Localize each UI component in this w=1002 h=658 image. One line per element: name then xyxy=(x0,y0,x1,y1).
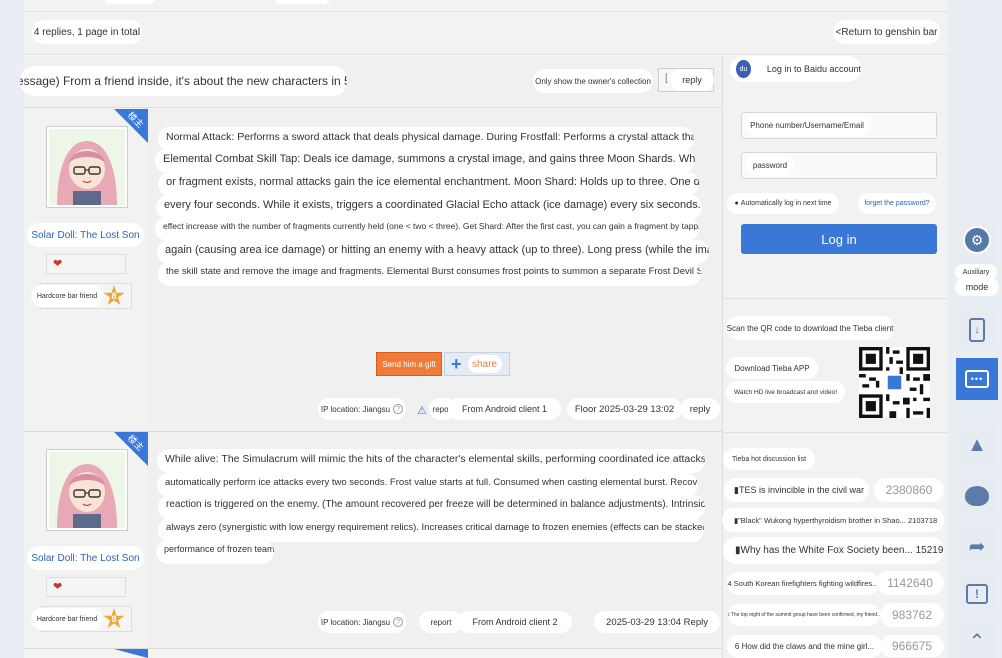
floor-time: Floor 2025-03-29 13:02 xyxy=(567,398,682,420)
bracket-glyph: [ xyxy=(665,73,668,84)
mode-label: mode xyxy=(955,278,999,296)
chat-icon: ••• xyxy=(965,370,989,388)
post-line: While alive: The Simulacrum will mimic t… xyxy=(157,449,705,473)
hot-item-count: 1142640 xyxy=(876,571,944,595)
reply-count: 4 replies, 1 page in total xyxy=(32,20,142,44)
share-button[interactable]: + share xyxy=(444,352,510,376)
share-rail-button[interactable]: ➦ xyxy=(956,526,998,566)
feedback-chat-button[interactable]: ••• xyxy=(956,358,998,400)
wizard-button[interactable]: ▲ xyxy=(956,425,998,465)
heart-icon: ❤ xyxy=(53,258,63,270)
pager-bar xyxy=(24,13,948,55)
qr-code[interactable] xyxy=(859,347,930,418)
bar-friend-label: Hardcore bar friend xyxy=(31,608,103,630)
hot-item[interactable]: 6 How did the claws and the mine girl... xyxy=(727,635,882,658)
alert-icon: ! xyxy=(966,584,988,604)
wizard-hat-icon: ▲ xyxy=(967,433,987,456)
chevron-up-icon: ⌃ xyxy=(968,630,986,653)
sidebar-divider xyxy=(722,298,948,299)
warning-icon: ⚠ xyxy=(417,405,427,417)
bear-icon xyxy=(965,486,989,506)
avatar[interactable] xyxy=(46,449,128,531)
hot-item[interactable]: ▮Why has the White Fox Society been... 1… xyxy=(723,537,944,564)
hot-item[interactable]: 5 The top eight of the summit group have… xyxy=(728,604,880,626)
badge-row: ❤ xyxy=(46,577,126,597)
client-label: From Android client 1 xyxy=(448,398,561,420)
accessibility-icon: ⚙ xyxy=(963,226,991,254)
hot-item[interactable]: 4 South Korean firefighters fighting wil… xyxy=(727,572,879,595)
sidebar-divider xyxy=(722,432,948,433)
ip-location: IP location: Jiangsu ? xyxy=(318,398,406,420)
post-line: performance of frozen teams. xyxy=(156,540,274,564)
hot-list-title: Tieba hot discussion list xyxy=(723,448,815,470)
thread-reply-button[interactable]: reply xyxy=(670,69,714,91)
post-line: again (causing area ice damage) or hitti… xyxy=(157,240,709,264)
checkbox-icon: ● xyxy=(734,200,739,207)
back-to-top-button[interactable]: ⌃ xyxy=(956,624,998,658)
post-line: effect increase with the number of fragm… xyxy=(155,217,699,241)
help-icon: ? xyxy=(393,617,404,627)
post-line: reaction is triggered on the enemy. (The… xyxy=(158,495,705,519)
baidu-login-label[interactable]: du Log in to Baidu account xyxy=(730,56,861,82)
badge-row: ❤ xyxy=(46,254,126,274)
avatar[interactable] xyxy=(46,126,128,208)
client-label: From Android client 2 xyxy=(458,611,572,633)
share-arrow-icon: ➦ xyxy=(968,535,986,558)
username-placeholder: Phone number/Username/Email xyxy=(745,115,869,136)
hot-item[interactable]: ▮"Black" Wukong hyperthyroidism brother … xyxy=(722,508,944,532)
forgot-password-link[interactable]: forget the password? xyxy=(858,193,936,214)
help-icon: ? xyxy=(393,404,404,414)
post-reply-link[interactable]: reply xyxy=(680,398,720,420)
post-line: every four seconds. While it exists, tri… xyxy=(156,195,702,219)
avatar-image xyxy=(49,452,125,528)
login-button[interactable]: Log in xyxy=(741,224,937,254)
hot-item-count: 2380860 xyxy=(874,478,944,502)
auto-login-checkbox[interactable]: ● Automatically log in next time xyxy=(727,193,839,214)
heart-icon: ❤ xyxy=(53,581,63,593)
qr-label: Scan the QR code to download the Tieba c… xyxy=(726,316,894,340)
share-label: share xyxy=(467,355,502,373)
avatar-image xyxy=(49,129,125,205)
return-link[interactable]: <Return to genshin bar xyxy=(833,20,940,44)
post-divider xyxy=(24,648,722,649)
username[interactable]: Solar Doll: The Lost Son xyxy=(27,546,144,570)
baidu-paw-icon: du xyxy=(736,60,751,78)
send-gift-button[interactable]: Send him a gift xyxy=(376,352,442,376)
download-app-link[interactable]: Download Tieba APP xyxy=(726,357,818,379)
post-line: always zero (synergistic with low energy… xyxy=(158,518,704,542)
floor-time: 2025-03-29 13:04 Reply xyxy=(594,611,720,633)
hd-live-label: Watch HD live broadcast and video! xyxy=(726,381,845,403)
only-owner-button[interactable]: Only show the owner's collection xyxy=(533,69,653,93)
post-line: automatically perform ice attacks every … xyxy=(157,473,698,497)
download-button[interactable]: ↓ xyxy=(956,310,998,350)
password-placeholder: password xyxy=(745,155,795,176)
post-line: or fragment exists, normal attacks gain … xyxy=(158,172,699,196)
report-rail-button[interactable]: ! xyxy=(956,574,998,614)
bar-friend-label: Hardcore bar friend xyxy=(31,285,103,307)
thread-title: (Message) From a friend inside, it's abo… xyxy=(20,66,347,96)
post-line: Elemental Combat Skill Tap: Deals ice da… xyxy=(155,149,695,173)
post-line: the skill state and remove the image and… xyxy=(158,262,701,286)
qr-code-image xyxy=(859,347,930,418)
hot-item-count: 966675 xyxy=(880,635,944,657)
ip-location: IP location: Jiangsu ? xyxy=(318,611,406,633)
bear-button[interactable] xyxy=(956,476,998,516)
post-line: Normal Attack: Performs a sword attack t… xyxy=(158,127,694,151)
hot-item[interactable]: ▮TES is invincible in the civil war xyxy=(724,478,869,502)
report-link[interactable]: report xyxy=(419,611,463,633)
phone-download-icon: ↓ xyxy=(969,318,985,342)
plus-icon: + xyxy=(451,353,462,374)
hot-item-count: 983762 xyxy=(880,603,944,627)
top-strip xyxy=(24,0,948,12)
username[interactable]: Solar Doll: The Lost Son xyxy=(27,223,144,247)
